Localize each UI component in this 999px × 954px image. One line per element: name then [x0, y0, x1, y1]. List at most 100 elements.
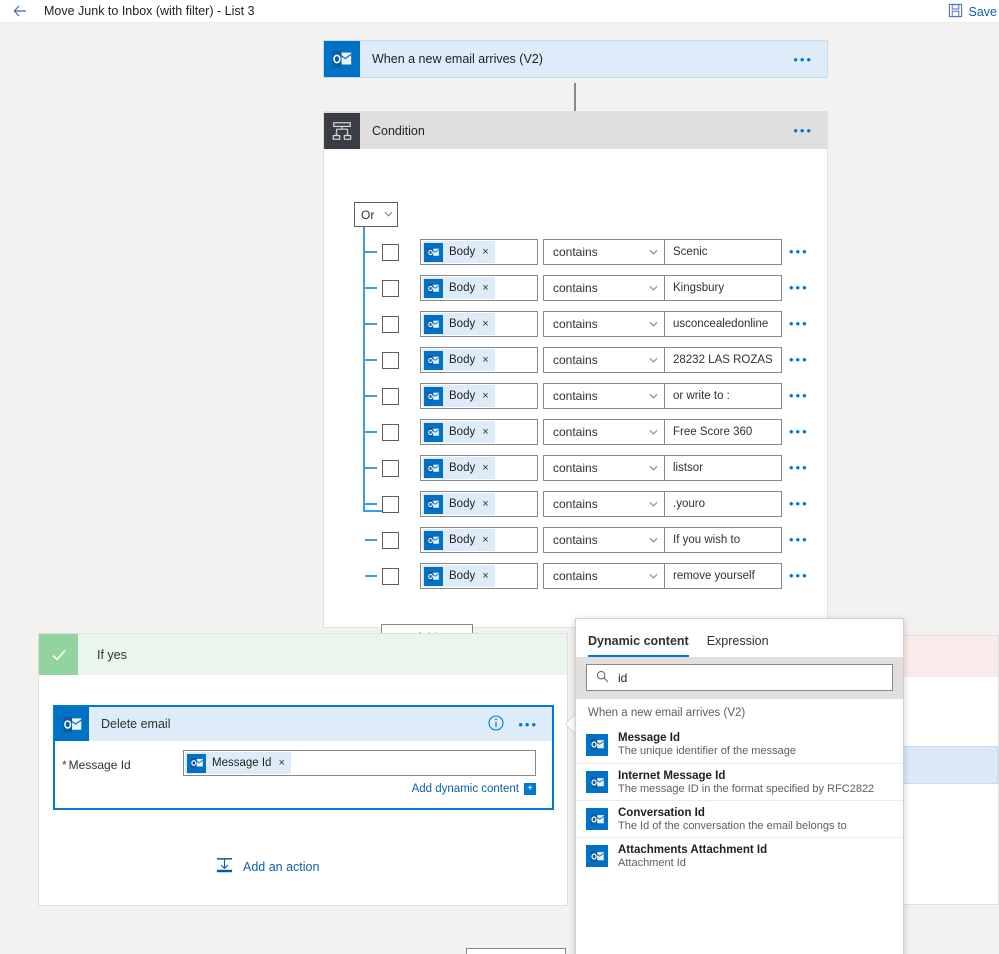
- close-icon[interactable]: ×: [482, 498, 488, 510]
- row-checkbox[interactable]: [382, 244, 399, 261]
- close-icon[interactable]: ×: [278, 757, 284, 769]
- operand-token[interactable]: Body ×: [422, 241, 495, 263]
- row-operand-field[interactable]: Body ×: [420, 455, 538, 481]
- close-icon[interactable]: ×: [482, 246, 488, 258]
- row-menu-button[interactable]: •••: [789, 316, 809, 331]
- row-menu-button[interactable]: •••: [789, 532, 809, 547]
- close-icon[interactable]: ×: [482, 318, 488, 330]
- row-value-input[interactable]: usconcealedonline: [664, 311, 782, 337]
- row-menu-button[interactable]: •••: [789, 280, 809, 295]
- row-menu-button[interactable]: •••: [789, 460, 809, 475]
- delete-email-card[interactable]: Delete email ••• * Message Id Message Id…: [53, 705, 554, 810]
- row-value-input[interactable]: or write to :: [664, 383, 782, 409]
- dynamic-content-item[interactable]: Message Id The unique identifier of the m…: [576, 726, 903, 763]
- row-operator-select[interactable]: contains: [543, 491, 666, 517]
- row-operand-field[interactable]: Body ×: [420, 527, 538, 553]
- row-checkbox[interactable]: [382, 568, 399, 585]
- row-checkbox[interactable]: [382, 352, 399, 369]
- row-value-input[interactable]: .youro: [664, 491, 782, 517]
- row-operand-field[interactable]: Body ×: [420, 491, 538, 517]
- row-operand-field[interactable]: Body ×: [420, 275, 538, 301]
- operand-token[interactable]: Body ×: [422, 385, 495, 407]
- add-an-action-link[interactable]: Add an action: [215, 856, 319, 878]
- row-checkbox[interactable]: [382, 280, 399, 297]
- row-operand-field[interactable]: Body ×: [420, 347, 538, 373]
- tab-expression[interactable]: Expression: [707, 634, 769, 657]
- operand-token[interactable]: Body ×: [422, 313, 495, 335]
- delete-email-menu-button[interactable]: •••: [518, 717, 552, 732]
- operand-token[interactable]: Body ×: [422, 493, 495, 515]
- row-operator-select[interactable]: contains: [543, 419, 666, 445]
- outlook-icon: [324, 41, 360, 77]
- row-operand-field[interactable]: Body ×: [420, 239, 538, 265]
- row-value-input[interactable]: If you wish to: [664, 527, 782, 553]
- new-step-button[interactable]: + New step: [466, 948, 566, 954]
- row-checkbox[interactable]: [382, 496, 399, 513]
- row-operand-field[interactable]: Body ×: [420, 563, 538, 589]
- condition-menu-button[interactable]: •••: [793, 123, 827, 138]
- dynamic-content-list: Message Id The unique identifier of the m…: [576, 726, 903, 874]
- dynamic-content-tabs: Dynamic content Expression: [576, 619, 903, 657]
- dynamic-content-item[interactable]: Internet Message Id The message ID in the…: [576, 763, 903, 800]
- row-menu-button[interactable]: •••: [789, 244, 809, 259]
- back-arrow-icon[interactable]: [12, 3, 28, 19]
- operand-token[interactable]: Body ×: [422, 529, 495, 551]
- condition-card-header[interactable]: Condition •••: [324, 112, 827, 149]
- row-checkbox[interactable]: [382, 424, 399, 441]
- dynamic-content-item[interactable]: Conversation Id The Id of the conversatio…: [576, 800, 903, 837]
- row-value-input[interactable]: 28232 LAS ROZAS: [664, 347, 782, 373]
- tab-dynamic-content[interactable]: Dynamic content: [588, 634, 689, 657]
- trigger-card-header[interactable]: When a new email arrives (V2) •••: [323, 40, 828, 78]
- delete-email-header[interactable]: Delete email •••: [55, 707, 552, 741]
- row-operator-select[interactable]: contains: [543, 347, 666, 373]
- close-icon[interactable]: ×: [482, 390, 488, 402]
- logic-operator-select[interactable]: Or: [354, 202, 398, 227]
- row-checkbox[interactable]: [382, 460, 399, 477]
- row-checkbox[interactable]: [382, 316, 399, 333]
- message-id-input[interactable]: Message Id ×: [183, 750, 536, 776]
- close-icon[interactable]: ×: [482, 354, 488, 366]
- row-value-input[interactable]: Scenic: [664, 239, 782, 265]
- row-operator-select[interactable]: contains: [543, 239, 666, 265]
- row-value-input[interactable]: Free Score 360: [664, 419, 782, 445]
- save-button[interactable]: Save: [948, 3, 999, 21]
- row-menu-button[interactable]: •••: [789, 496, 809, 511]
- message-id-token[interactable]: Message Id ×: [185, 752, 291, 774]
- row-operator-select[interactable]: contains: [543, 455, 666, 481]
- operand-token[interactable]: Body ×: [422, 277, 495, 299]
- logic-operator-value: Or: [361, 207, 375, 222]
- operand-token[interactable]: Body ×: [422, 565, 495, 587]
- close-icon[interactable]: ×: [482, 282, 488, 294]
- row-value-input[interactable]: remove yourself: [664, 563, 782, 589]
- close-icon[interactable]: ×: [482, 462, 488, 474]
- dynamic-content-item[interactable]: Attachments Attachment Id Attachment Id: [576, 837, 903, 874]
- row-operator-select[interactable]: contains: [543, 383, 666, 409]
- info-icon[interactable]: [488, 714, 504, 734]
- close-icon[interactable]: ×: [482, 534, 488, 546]
- row-menu-button[interactable]: •••: [789, 568, 809, 583]
- close-icon[interactable]: ×: [482, 570, 488, 582]
- operand-token[interactable]: Body ×: [422, 421, 495, 443]
- row-value-input[interactable]: listsor: [664, 455, 782, 481]
- row-operand-field[interactable]: Body ×: [420, 311, 538, 337]
- operand-token[interactable]: Body ×: [422, 349, 495, 371]
- row-menu-button[interactable]: •••: [789, 352, 809, 367]
- row-checkbox[interactable]: [382, 388, 399, 405]
- row-operator-select[interactable]: contains: [543, 563, 666, 589]
- row-checkbox[interactable]: [382, 532, 399, 549]
- row-value-input[interactable]: Kingsbury: [664, 275, 782, 301]
- row-operator-select[interactable]: contains: [543, 311, 666, 337]
- add-dynamic-content-link[interactable]: Add dynamic content +: [412, 783, 536, 795]
- close-icon[interactable]: ×: [482, 426, 488, 438]
- row-operand-field[interactable]: Body ×: [420, 383, 538, 409]
- trigger-card[interactable]: When a new email arrives (V2) •••: [323, 40, 828, 78]
- operand-token[interactable]: Body ×: [422, 457, 495, 479]
- row-menu-button[interactable]: •••: [789, 424, 809, 439]
- trigger-menu-button[interactable]: •••: [793, 52, 827, 67]
- search-input[interactable]: id: [586, 664, 893, 691]
- row-value-text: .youro: [673, 498, 705, 510]
- row-operator-select[interactable]: contains: [543, 275, 666, 301]
- row-menu-button[interactable]: •••: [789, 388, 809, 403]
- row-operand-field[interactable]: Body ×: [420, 419, 538, 445]
- row-operator-select[interactable]: contains: [543, 527, 666, 553]
